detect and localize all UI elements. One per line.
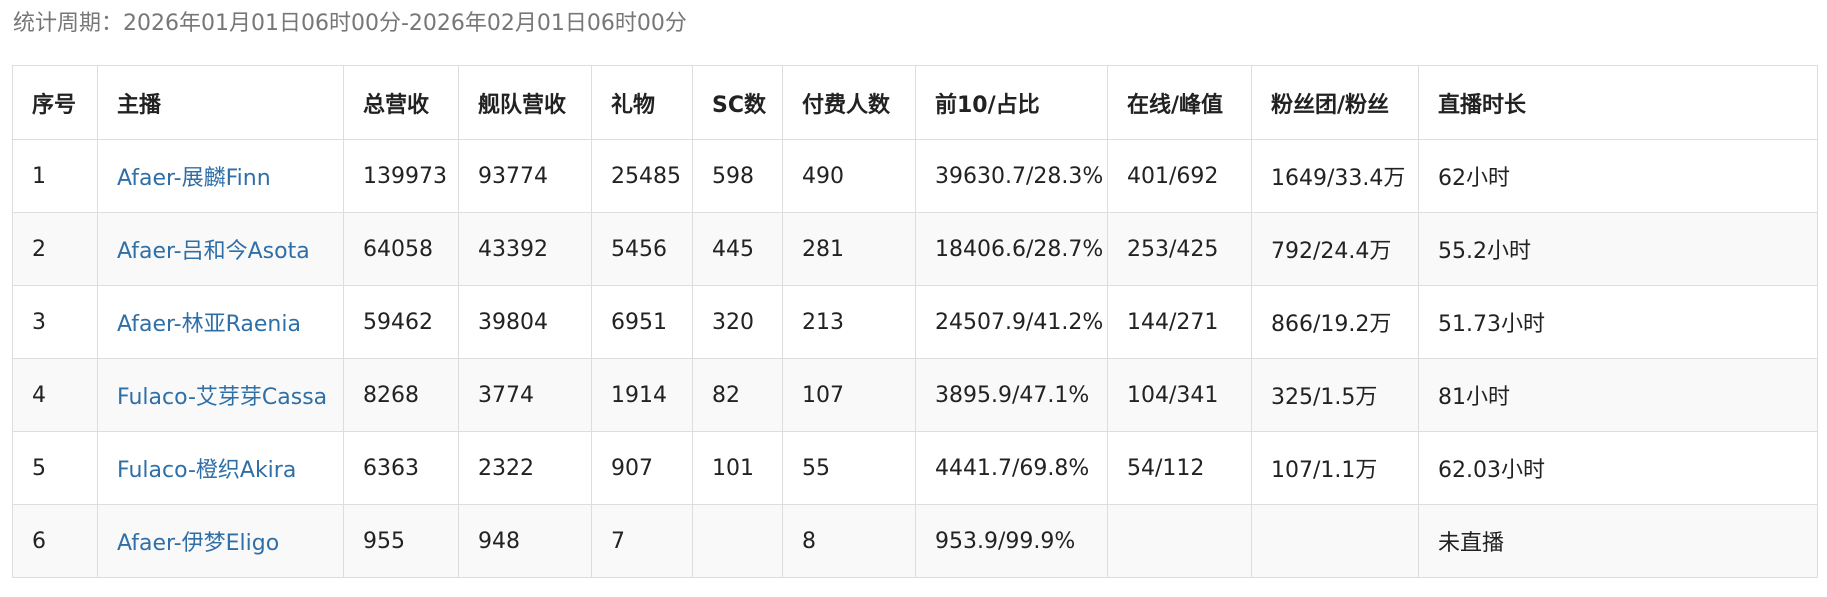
cell-online-peak: 104/341 bbox=[1107, 358, 1252, 432]
cell-online-peak: 401/692 bbox=[1107, 139, 1252, 213]
cell-stream-duration: 未直播 bbox=[1418, 504, 1818, 578]
col-header-paying-users[interactable]: 付费人数 bbox=[782, 65, 916, 140]
cell-streamer: Fulaco-橙织Akira bbox=[97, 431, 344, 505]
cell-paying-users: 107 bbox=[782, 358, 916, 432]
streamer-link[interactable]: Afaer-展麟Finn bbox=[117, 166, 271, 191]
col-header-top10-share[interactable]: 前10/占比 bbox=[915, 65, 1108, 140]
cell-stream-duration: 55.2小时 bbox=[1418, 212, 1818, 286]
col-header-total-revenue[interactable]: 总营收 bbox=[343, 65, 459, 140]
cell-streamer: Afaer-林亚Raenia bbox=[97, 285, 344, 359]
cell-online-peak bbox=[1107, 504, 1252, 578]
cell-gifts: 1914 bbox=[591, 358, 693, 432]
table-row: 4 Fulaco-艾芽芽Cassa 8268 3774 1914 82 107 … bbox=[12, 358, 1818, 432]
cell-top10-share: 4441.7/69.8% bbox=[915, 431, 1108, 505]
cell-fanclub-fans: 866/19.2万 bbox=[1251, 285, 1419, 359]
cell-gifts: 5456 bbox=[591, 212, 693, 286]
cell-paying-users: 281 bbox=[782, 212, 916, 286]
cell-fanclub-fans: 107/1.1万 bbox=[1251, 431, 1419, 505]
col-header-online-peak[interactable]: 在线/峰值 bbox=[1107, 65, 1252, 140]
table-header-row: 序号 主播 总营收 舰队营收 礼物 SC数 付费人数 前10/占比 在线/峰值 … bbox=[12, 65, 1818, 140]
cell-top10-share: 39630.7/28.3% bbox=[915, 139, 1108, 213]
cell-top10-share: 953.9/99.9% bbox=[915, 504, 1108, 578]
col-header-index[interactable]: 序号 bbox=[12, 65, 98, 140]
cell-total-revenue: 139973 bbox=[343, 139, 459, 213]
streamer-link[interactable]: Fulaco-艾芽芽Cassa bbox=[117, 385, 327, 410]
cell-fanclub-fans: 1649/33.4万 bbox=[1251, 139, 1419, 213]
streamer-link[interactable]: Afaer-林亚Raenia bbox=[117, 312, 301, 337]
cell-total-revenue: 8268 bbox=[343, 358, 459, 432]
streamer-link[interactable]: Afaer-吕和今Asota bbox=[117, 239, 310, 264]
cell-online-peak: 253/425 bbox=[1107, 212, 1252, 286]
cell-sc-count: 82 bbox=[692, 358, 783, 432]
cell-online-peak: 54/112 bbox=[1107, 431, 1252, 505]
streamer-stats-table: 序号 主播 总营收 舰队营收 礼物 SC数 付费人数 前10/占比 在线/峰值 … bbox=[12, 65, 1818, 578]
cell-stream-duration: 62小时 bbox=[1418, 139, 1818, 213]
cell-sc-count: 101 bbox=[692, 431, 783, 505]
cell-fanclub-fans: 792/24.4万 bbox=[1251, 212, 1419, 286]
col-header-streamer[interactable]: 主播 bbox=[97, 65, 344, 140]
streamer-link[interactable]: Fulaco-橙织Akira bbox=[117, 458, 296, 483]
cell-index: 4 bbox=[12, 358, 98, 432]
cell-fleet-revenue: 39804 bbox=[458, 285, 592, 359]
cell-fanclub-fans bbox=[1251, 504, 1419, 578]
cell-sc-count: 598 bbox=[692, 139, 783, 213]
cell-fleet-revenue: 43392 bbox=[458, 212, 592, 286]
cell-total-revenue: 955 bbox=[343, 504, 459, 578]
cell-gifts: 7 bbox=[591, 504, 693, 578]
cell-sc-count bbox=[692, 504, 783, 578]
cell-fleet-revenue: 948 bbox=[458, 504, 592, 578]
col-header-stream-duration[interactable]: 直播时长 bbox=[1418, 65, 1818, 140]
cell-streamer: Afaer-展麟Finn bbox=[97, 139, 344, 213]
table-row: 6 Afaer-伊梦Eligo 955 948 7 8 953.9/99.9% … bbox=[12, 504, 1818, 578]
cell-gifts: 907 bbox=[591, 431, 693, 505]
cell-stream-duration: 81小时 bbox=[1418, 358, 1818, 432]
col-header-sc-count[interactable]: SC数 bbox=[692, 65, 783, 140]
cell-top10-share: 24507.9/41.2% bbox=[915, 285, 1108, 359]
cell-online-peak: 144/271 bbox=[1107, 285, 1252, 359]
cell-gifts: 6951 bbox=[591, 285, 693, 359]
cell-fleet-revenue: 2322 bbox=[458, 431, 592, 505]
col-header-fanclub-fans[interactable]: 粉丝团/粉丝 bbox=[1251, 65, 1419, 140]
cell-top10-share: 3895.9/47.1% bbox=[915, 358, 1108, 432]
cell-total-revenue: 59462 bbox=[343, 285, 459, 359]
streamer-stats-table-container: 序号 主播 总营收 舰队营收 礼物 SC数 付费人数 前10/占比 在线/峰值 … bbox=[12, 65, 1818, 578]
cell-index: 6 bbox=[12, 504, 98, 578]
cell-total-revenue: 6363 bbox=[343, 431, 459, 505]
cell-paying-users: 213 bbox=[782, 285, 916, 359]
cell-paying-users: 8 bbox=[782, 504, 916, 578]
table-row: 2 Afaer-吕和今Asota 64058 43392 5456 445 28… bbox=[12, 212, 1818, 286]
cell-index: 5 bbox=[12, 431, 98, 505]
cell-index: 3 bbox=[12, 285, 98, 359]
table-row: 5 Fulaco-橙织Akira 6363 2322 907 101 55 44… bbox=[12, 431, 1818, 505]
table-row: 3 Afaer-林亚Raenia 59462 39804 6951 320 21… bbox=[12, 285, 1818, 359]
cell-sc-count: 320 bbox=[692, 285, 783, 359]
table-row: 1 Afaer-展麟Finn 139973 93774 25485 598 49… bbox=[12, 139, 1818, 213]
cell-stream-duration: 51.73小时 bbox=[1418, 285, 1818, 359]
cell-paying-users: 55 bbox=[782, 431, 916, 505]
statistics-period: 统计周期：2026年01月01日06时00分-2026年02月01日06时00分 bbox=[13, 11, 687, 36]
cell-fanclub-fans: 325/1.5万 bbox=[1251, 358, 1419, 432]
cell-index: 2 bbox=[12, 212, 98, 286]
cell-stream-duration: 62.03小时 bbox=[1418, 431, 1818, 505]
col-header-gifts[interactable]: 礼物 bbox=[591, 65, 693, 140]
col-header-fleet-revenue[interactable]: 舰队营收 bbox=[458, 65, 592, 140]
cell-total-revenue: 64058 bbox=[343, 212, 459, 286]
cell-streamer: Afaer-伊梦Eligo bbox=[97, 504, 344, 578]
cell-fleet-revenue: 3774 bbox=[458, 358, 592, 432]
cell-streamer: Fulaco-艾芽芽Cassa bbox=[97, 358, 344, 432]
cell-index: 1 bbox=[12, 139, 98, 213]
cell-streamer: Afaer-吕和今Asota bbox=[97, 212, 344, 286]
cell-paying-users: 490 bbox=[782, 139, 916, 213]
cell-top10-share: 18406.6/28.7% bbox=[915, 212, 1108, 286]
streamer-link[interactable]: Afaer-伊梦Eligo bbox=[117, 531, 279, 556]
cell-sc-count: 445 bbox=[692, 212, 783, 286]
cell-fleet-revenue: 93774 bbox=[458, 139, 592, 213]
cell-gifts: 25485 bbox=[591, 139, 693, 213]
